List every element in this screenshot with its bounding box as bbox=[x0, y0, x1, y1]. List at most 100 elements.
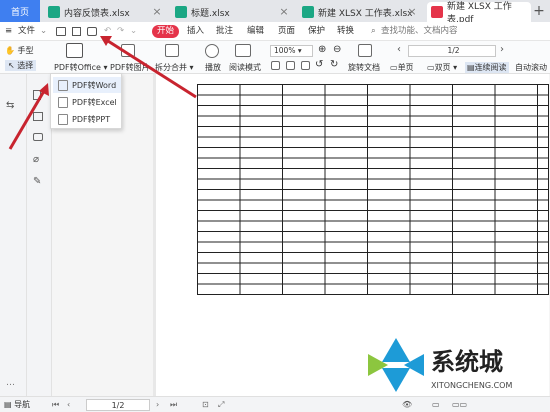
actual-size-icon[interactable] bbox=[271, 61, 280, 70]
select-tool[interactable]: ↖ 选择 bbox=[5, 60, 37, 71]
read-mode-icon[interactable] bbox=[235, 44, 251, 57]
watermark-logo-icon bbox=[382, 368, 410, 392]
zoom-out-icon[interactable]: ⊖ bbox=[333, 44, 341, 55]
spreadsheet-icon bbox=[175, 6, 187, 18]
double-view-icon[interactable]: ▭▭ bbox=[452, 399, 467, 411]
dropdown-item-pdf-ppt[interactable]: PDF转PPT bbox=[53, 111, 121, 127]
word-icon bbox=[58, 79, 68, 91]
more-icon[interactable]: … bbox=[6, 378, 15, 388]
tab-label: 标题.xlsx bbox=[191, 8, 230, 19]
pdf-to-image-icon[interactable] bbox=[121, 44, 135, 57]
fit-width-icon[interactable] bbox=[301, 61, 310, 70]
fit-icon[interactable]: ⊡ bbox=[202, 399, 209, 411]
hand-tool[interactable]: ✋ 手型 bbox=[5, 45, 34, 56]
thumbnail-icon[interactable] bbox=[33, 112, 43, 121]
new-tab-icon[interactable]: + bbox=[531, 3, 547, 19]
prev-page-icon[interactable]: ‹ bbox=[397, 44, 401, 55]
last-page-icon[interactable]: ⏭ bbox=[170, 399, 177, 411]
continuous-read-button[interactable]: ▤连续阅读 bbox=[465, 62, 509, 73]
chevron-down-icon: ▾ bbox=[103, 63, 108, 72]
continuous-label: 连续阅读 bbox=[474, 63, 507, 72]
single-page-label: 单页 bbox=[397, 63, 414, 72]
prev-page-icon[interactable]: ‹ bbox=[67, 399, 70, 411]
dropdown-item-pdf-word[interactable]: PDF转Word bbox=[53, 77, 121, 93]
signature-icon[interactable]: ✎ bbox=[33, 176, 41, 187]
bookmark-icon[interactable] bbox=[33, 90, 41, 100]
pdf-to-image-button[interactable]: PDF转图片 bbox=[110, 62, 150, 73]
first-page-icon[interactable]: ⏮ bbox=[52, 399, 59, 411]
rotate-doc-icon[interactable] bbox=[358, 44, 372, 57]
menu-file[interactable]: 文件 bbox=[18, 25, 35, 38]
open-folder-icon[interactable] bbox=[56, 27, 66, 36]
menu-insert[interactable]: 插入 bbox=[187, 25, 204, 38]
menu-page[interactable]: 页面 bbox=[278, 25, 295, 38]
nav-icon: ▤ bbox=[4, 400, 12, 409]
read-mode-button[interactable]: 阅读模式 bbox=[229, 62, 261, 73]
continuous-icon: ▤ bbox=[467, 63, 475, 72]
tab-file-1[interactable]: 内容反馈表.xlsx × bbox=[44, 2, 169, 22]
split-merge-button[interactable]: 拆分合并 ▾ bbox=[155, 62, 194, 73]
tab-file-2[interactable]: 标题.xlsx × bbox=[171, 2, 296, 22]
select-label: 选择 bbox=[17, 61, 34, 70]
close-icon[interactable]: × bbox=[406, 6, 418, 18]
print-icon[interactable] bbox=[87, 27, 97, 36]
close-icon[interactable]: × bbox=[278, 6, 290, 18]
split-merge-icon[interactable] bbox=[165, 44, 179, 57]
menu-bar: ≡ 文件 ⌄ ↶ ↷ ⌄ 开始 插入 批注 编辑 页面 保护 转换 ⌕ 查找功能… bbox=[0, 22, 550, 41]
ppt-icon bbox=[58, 113, 68, 125]
next-page-icon[interactable]: › bbox=[156, 399, 159, 411]
menu-protect[interactable]: 保护 bbox=[308, 25, 325, 38]
tab-home[interactable]: 首页 bbox=[0, 0, 40, 22]
single-view-icon[interactable]: ▭ bbox=[432, 399, 440, 411]
search-input[interactable]: 查找功能、文档内容 bbox=[381, 25, 458, 38]
pdf-to-office-dropdown: PDF转Word PDF转Excel PDF转PPT bbox=[50, 73, 122, 129]
dropdown-item-pdf-excel[interactable]: PDF转Excel bbox=[53, 94, 121, 110]
tab-file-3[interactable]: 新建 XLSX 工作表.xlsx × bbox=[298, 2, 424, 22]
comment-icon[interactable] bbox=[33, 133, 43, 141]
menu-start[interactable]: 开始 bbox=[152, 25, 179, 38]
rotate-doc-button[interactable]: 旋转文档 bbox=[348, 62, 380, 73]
hand-icon: ✋ bbox=[5, 46, 15, 55]
fullscreen-icon[interactable]: ⤢ bbox=[218, 399, 224, 411]
ribbon: ✋ 手型 ↖ 选择 PDF转Office ▾ PDF转图片 拆分合并 ▾ 播放 … bbox=[0, 41, 550, 74]
tab-label: 内容反馈表.xlsx bbox=[64, 8, 130, 19]
page-input[interactable]: 1/2 bbox=[408, 45, 496, 57]
pdf-to-office-icon[interactable] bbox=[66, 43, 83, 58]
play-icon[interactable] bbox=[205, 44, 219, 58]
table-grid bbox=[197, 84, 549, 295]
redo-icon[interactable]: ↷ bbox=[117, 25, 124, 38]
next-page-icon[interactable]: › bbox=[500, 44, 504, 55]
zoom-select[interactable]: 100% ▾ bbox=[270, 45, 313, 57]
undo-icon[interactable]: ↶ bbox=[104, 25, 111, 38]
zoom-in-icon[interactable]: ⊕ bbox=[318, 44, 326, 55]
watermark: 系统城 XITONGCHENG.COM bbox=[368, 338, 512, 392]
menu-edit[interactable]: 编辑 bbox=[247, 25, 264, 38]
chevron-down-icon[interactable]: ⌄ bbox=[40, 25, 47, 38]
status-bar: ▤ 导航 ⏮ ‹ 1/2 › ⏭ ⊡ ⤢ 👁 ▭ ▭▭ bbox=[0, 396, 550, 412]
attachment-icon[interactable]: ⌀ bbox=[33, 154, 39, 165]
fit-page-icon[interactable] bbox=[286, 61, 295, 70]
thumbnail-panel-icon[interactable]: ⇆ bbox=[6, 100, 14, 111]
rotate-right-icon[interactable]: ↻ bbox=[330, 59, 338, 70]
single-page-button[interactable]: ▭单页 bbox=[390, 62, 414, 73]
menu-icon[interactable]: ≡ bbox=[5, 25, 12, 38]
rotate-left-icon[interactable]: ↺ bbox=[315, 59, 323, 70]
menu-convert[interactable]: 转换 bbox=[337, 25, 354, 38]
menu-annotate[interactable]: 批注 bbox=[216, 25, 233, 38]
chevron-down-icon[interactable]: ⌄ bbox=[130, 25, 137, 38]
dropdown-label: PDF转Excel bbox=[72, 97, 117, 107]
auto-scroll-button[interactable]: 自动滚动 bbox=[515, 62, 547, 73]
save-icon[interactable] bbox=[72, 27, 81, 36]
nav-button[interactable]: ▤ 导航 bbox=[4, 399, 30, 411]
double-page-button[interactable]: ▭双页 ▾ bbox=[427, 62, 457, 73]
status-page-input[interactable]: 1/2 bbox=[86, 399, 150, 411]
play-button[interactable]: 播放 bbox=[205, 62, 221, 73]
tab-file-4[interactable]: 新建 XLSX 工作表.pdf bbox=[427, 2, 531, 25]
watermark-title: 系统城 bbox=[431, 348, 503, 376]
pdf-icon bbox=[431, 6, 443, 18]
cursor-icon: ↖ bbox=[8, 61, 15, 70]
pdf-to-office-button[interactable]: PDF转Office ▾ bbox=[54, 62, 108, 73]
eye-icon[interactable]: 👁 bbox=[402, 399, 412, 411]
sidebar-divider bbox=[26, 74, 27, 396]
close-icon[interactable]: × bbox=[151, 6, 163, 18]
